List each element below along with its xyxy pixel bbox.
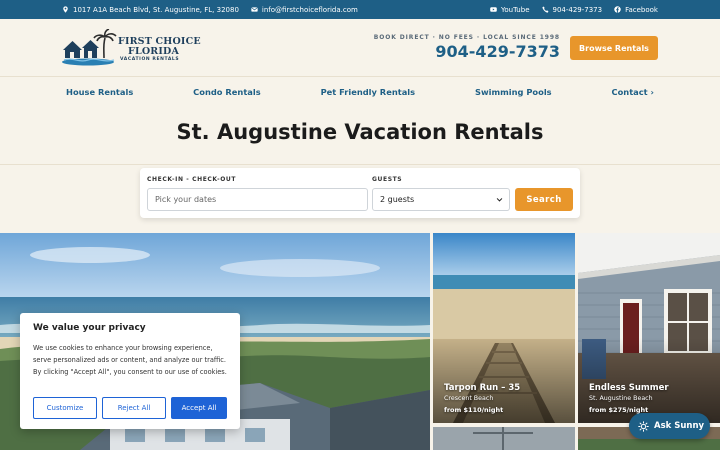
cookie-consent-banner: We value your privacy We use cookies to … [20,313,240,429]
address-text: 1017 A1A Beach Blvd, St. Augustine, FL, … [73,5,239,14]
top-bar: 1017 A1A Beach Blvd, St. Augustine, FL, … [0,0,720,19]
nav-item-house-rentals[interactable]: House Rentals [66,87,133,97]
date-range-placeholder: Pick your dates [155,195,217,204]
guests-select[interactable]: 2 guests [372,188,510,211]
logo-wordmark: FIRST CHOICE FLORIDA [118,36,201,57]
cookie-title: We value your privacy [33,323,146,333]
customize-button[interactable]: Customize [33,397,97,419]
promo-block: BOOK DIRECT · NO FEES · LOCAL SINCE 1998… [374,34,560,61]
listing-title: Endless Summer [589,383,669,393]
date-range-input[interactable]: Pick your dates [147,188,368,211]
reject-all-button[interactable]: Reject All [102,397,166,419]
email-text: info@firstchoiceflorida.com [261,5,358,14]
site-header: FIRST CHOICE FLORIDA VACATION RENTALS BOO… [0,19,720,77]
listing-card[interactable] [433,427,575,450]
phone-link[interactable]: 904-429-7373 [541,5,603,14]
youtube-text: YouTube [501,5,530,14]
cookie-message: We use cookies to enhance your browsing … [33,344,227,376]
chevron-down-icon [496,198,503,202]
main-nav: House Rentals Condo Rentals Pet Friendly… [0,77,720,107]
address-link[interactable]: 1017 A1A Beach Blvd, St. Augustine, FL, … [62,6,239,14]
listing-price: from $110/night [444,406,504,414]
guests-label: GUESTS [372,176,403,183]
dates-label: CHECK-IN - CHECK-OUT [147,176,237,183]
ask-sunny-chat-button[interactable]: Ask Sunny [629,413,710,439]
sun-icon [638,420,649,432]
map-pin-icon [63,6,68,13]
envelope-icon [251,7,258,12]
divider [0,164,720,165]
logo-mark [62,29,117,66]
accept-all-button[interactable]: Accept All [171,397,227,419]
youtube-icon [490,7,497,12]
facebook-text: Facebook [625,5,658,14]
listing-location: Crescent Beach [444,395,494,402]
facebook-link[interactable]: Facebook [614,6,658,14]
phone-icon [541,6,548,13]
browse-rentals-button[interactable]: Browse Rentals [570,36,658,60]
ask-sunny-label: Ask Sunny [654,421,705,431]
nav-item-swimming-pools[interactable]: Swimming Pools [475,87,552,97]
search-button[interactable]: Search [515,188,573,211]
nav-item-condo-rentals[interactable]: Condo Rentals [193,87,261,97]
page-title: St. Augustine Vacation Rentals [176,120,544,144]
phone-text: 904-429-7373 [552,5,603,14]
logo-tagline: VACATION RENTALS [120,57,180,62]
email-link[interactable]: info@firstchoiceflorida.com [251,6,358,14]
facebook-icon [614,6,621,13]
listing-photo [433,427,575,450]
listing-title: Tarpon Run – 35 [444,383,521,393]
promo-tagline: BOOK DIRECT · NO FEES · LOCAL SINCE 1998 [373,34,560,41]
listing-location: St. Augustine Beach [589,395,653,402]
guests-selected-value: 2 guests [380,195,415,204]
availability-search-form: CHECK-IN - CHECK-OUT Pick your dates GUE… [140,168,580,218]
logo[interactable]: FIRST CHOICE FLORIDA VACATION RENTALS [62,29,201,67]
nav-item-contact[interactable]: Contact › [612,87,654,97]
header-phone-number[interactable]: 904-429-7373 [374,42,560,61]
listing-card[interactable]: Tarpon Run – 35 Crescent Beach from $110… [433,233,575,423]
listing-card[interactable]: Endless Summer St. Augustine Beach from … [578,233,720,423]
youtube-link[interactable]: YouTube [490,5,530,14]
nav-item-pet-friendly-rentals[interactable]: Pet Friendly Rentals [321,87,416,97]
